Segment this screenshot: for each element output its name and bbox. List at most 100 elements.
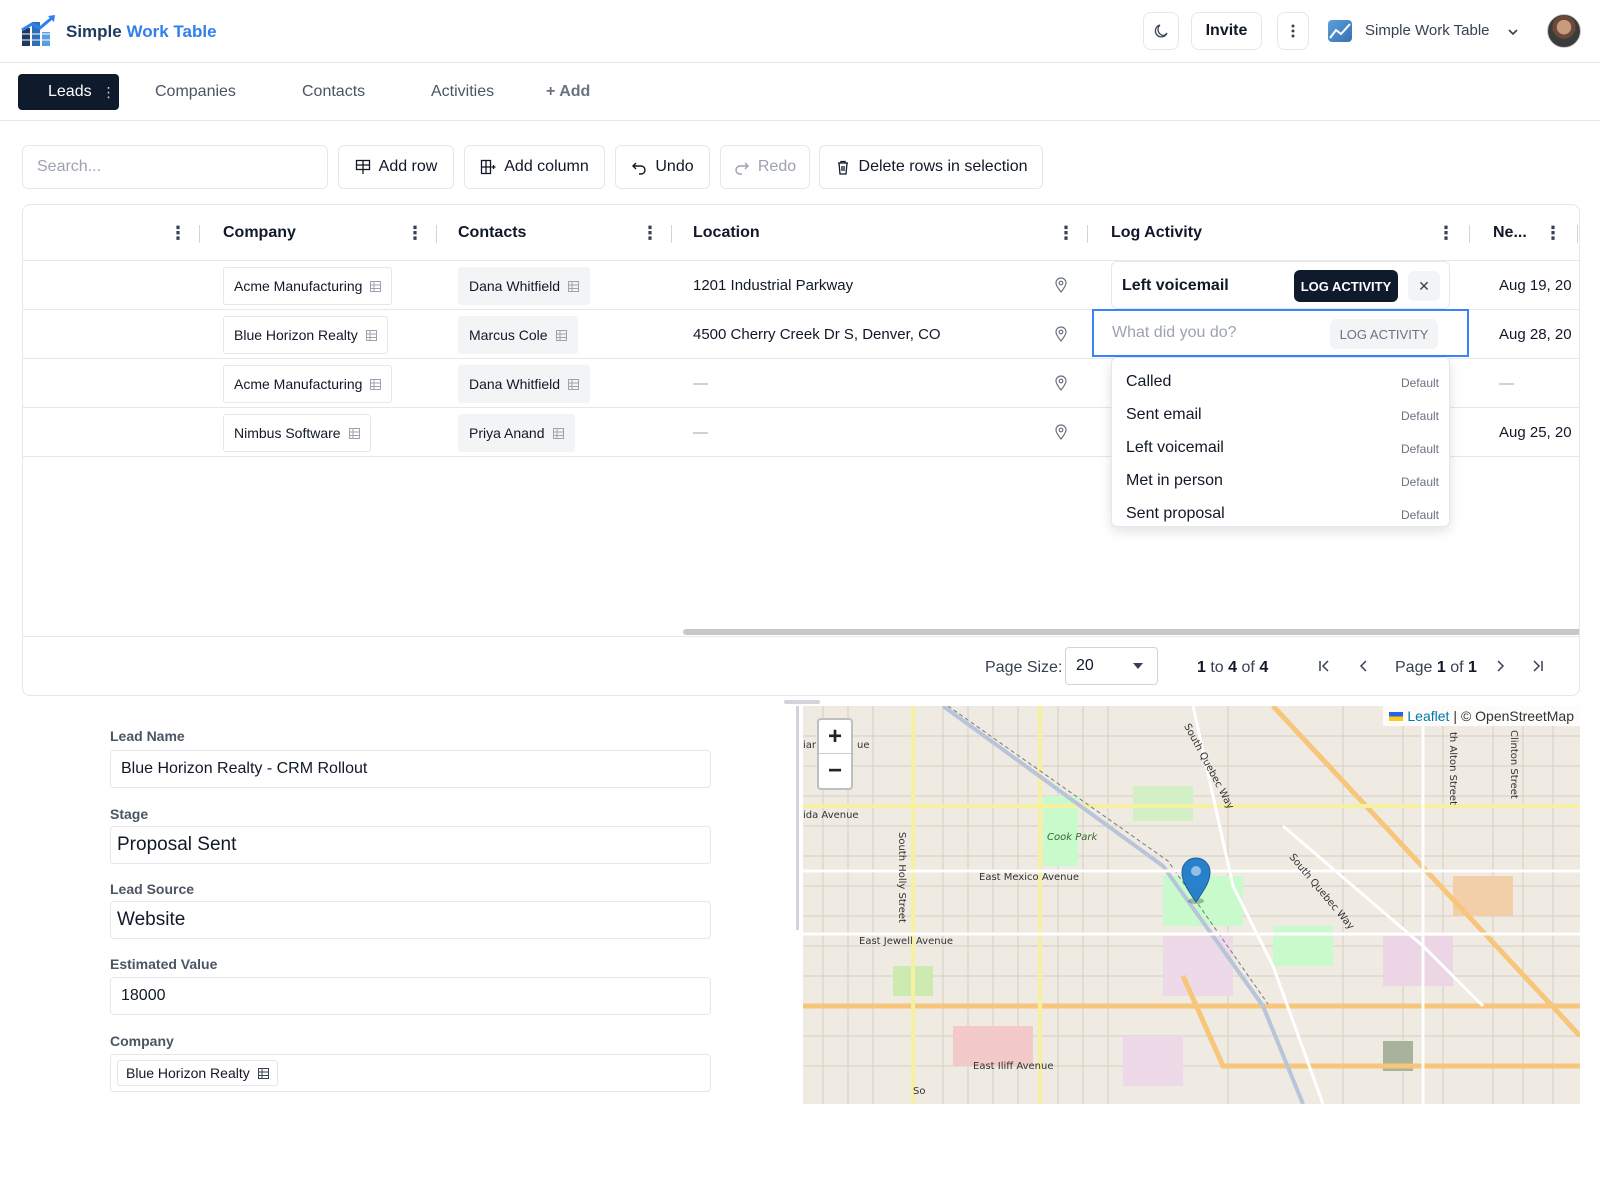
column-divider[interactable]: [671, 225, 672, 243]
column-divider[interactable]: [1087, 225, 1088, 243]
column-menu-icon[interactable]: ⋮: [641, 223, 659, 243]
map-pin-icon[interactable]: [1054, 424, 1068, 440]
invite-button[interactable]: Invite: [1191, 12, 1262, 50]
activity-option[interactable]: Called Default: [1112, 366, 1451, 399]
stage-field[interactable]: Proposal Sent: [110, 826, 711, 864]
header-menu-button[interactable]: [1277, 12, 1309, 50]
trash-icon: [837, 160, 848, 175]
contact-chip[interactable]: Dana Whitfield: [458, 267, 591, 305]
map-view[interactable]: South Quebec Way Cook Park East Mexico A…: [803, 706, 1580, 1104]
search-input[interactable]: [22, 145, 328, 189]
column-menu-icon[interactable]: ⋮: [406, 223, 424, 243]
horizontal-scrollbar[interactable]: [683, 629, 1579, 635]
company-chip[interactable]: Nimbus Software: [223, 414, 371, 452]
undo-button[interactable]: Undo: [615, 145, 710, 189]
theme-toggle-button[interactable]: [1143, 12, 1179, 50]
contact-chip[interactable]: Marcus Cole: [458, 316, 578, 354]
last-page-icon[interactable]: [1529, 657, 1547, 675]
redo-label: Redo: [757, 158, 797, 175]
log-activity-cell[interactable]: Left voicemail LOG ACTIVITY ✕: [1111, 261, 1450, 309]
next-date-cell[interactable]: Aug 25, 20: [1499, 424, 1572, 441]
location-cell[interactable]: 4500 Cherry Creek Dr S, Denver, CO: [693, 326, 941, 343]
lead-source-field[interactable]: Website: [110, 901, 711, 939]
column-menu-icon[interactable]: ⋮: [1057, 223, 1075, 243]
page-of-word: of: [1450, 659, 1464, 676]
company-field[interactable]: Blue Horizon Realty: [110, 1054, 711, 1092]
table-link-icon: [555, 329, 567, 341]
company-chip[interactable]: Blue Horizon Realty: [223, 316, 388, 354]
column-header-contacts[interactable]: Contacts: [458, 205, 526, 261]
tab-activities[interactable]: Activities: [431, 74, 494, 110]
log-activity-editor[interactable]: LOG ACTIVITY: [1092, 309, 1469, 357]
company-chip[interactable]: Acme Manufacturing: [223, 365, 393, 403]
column-divider[interactable]: [1577, 225, 1578, 243]
column-header-next[interactable]: Ne...: [1493, 205, 1527, 261]
kebab-icon: [1291, 24, 1295, 38]
chevron-down-icon[interactable]: [1505, 24, 1521, 40]
add-tab-button[interactable]: + Add: [546, 74, 590, 110]
previous-page-icon[interactable]: [1355, 657, 1373, 675]
zoom-in-button[interactable]: +: [819, 720, 851, 754]
estimated-value-field[interactable]: 18000: [110, 977, 711, 1015]
column-divider[interactable]: [1469, 225, 1470, 243]
next-date-cell[interactable]: Aug 28, 20: [1499, 326, 1572, 343]
panel-splitter[interactable]: [796, 706, 799, 930]
next-date-cell[interactable]: Aug 19, 20: [1499, 277, 1572, 294]
street-label: East Iliff Avenue: [973, 1061, 1054, 1072]
log-activity-button-disabled[interactable]: LOG ACTIVITY: [1330, 319, 1438, 349]
contact-chip[interactable]: Dana Whitfield: [458, 365, 591, 403]
page-size-select[interactable]: 20: [1065, 647, 1158, 685]
column-divider[interactable]: [436, 225, 437, 243]
workspace-icon[interactable]: [1328, 20, 1352, 42]
column-menu-icon[interactable]: ⋮: [1437, 223, 1455, 243]
company-chip[interactable]: Blue Horizon Realty: [117, 1060, 278, 1086]
ukraine-flag-icon: [1389, 711, 1404, 721]
activity-option[interactable]: Met in person Default: [1112, 465, 1451, 498]
undo-icon: [632, 162, 647, 175]
range-total: 4: [1259, 659, 1269, 676]
tab-leads[interactable]: Leads ⋮: [18, 74, 119, 110]
next-page-icon[interactable]: [1491, 657, 1509, 675]
column-menu-icon[interactable]: ⋮: [169, 223, 187, 243]
lead-name-field[interactable]: Blue Horizon Realty - CRM Rollout: [110, 750, 711, 788]
activity-option[interactable]: Left voicemail Default: [1112, 432, 1451, 465]
table-tabs: Leads ⋮ Companies Contacts Activities + A…: [0, 63, 1600, 121]
add-row-button[interactable]: Add row: [338, 145, 454, 189]
column-divider[interactable]: [199, 225, 200, 243]
table-link-icon: [552, 427, 564, 439]
user-avatar[interactable]: [1547, 14, 1581, 48]
activity-input[interactable]: [1112, 321, 1312, 345]
activity-option-label: Met in person: [1126, 472, 1223, 489]
osm-attribution[interactable]: | © OpenStreetMap: [1453, 708, 1574, 724]
redo-button[interactable]: Redo: [720, 145, 810, 189]
activity-option[interactable]: Sent proposal Default: [1112, 498, 1451, 531]
workspace-switcher[interactable]: Simple Work Table: [1365, 22, 1490, 39]
contact-chip[interactable]: Priya Anand: [458, 414, 575, 452]
resize-handle[interactable]: [784, 700, 820, 704]
log-activity-button[interactable]: LOG ACTIVITY: [1294, 270, 1398, 302]
tab-menu-icon[interactable]: ⋮: [102, 84, 116, 101]
tab-companies[interactable]: Companies: [155, 74, 236, 110]
tab-contacts[interactable]: Contacts: [302, 74, 365, 110]
location-cell[interactable]: —: [693, 424, 708, 441]
column-menu-icon[interactable]: ⋮: [1544, 223, 1562, 243]
map-pin-icon[interactable]: [1054, 375, 1068, 391]
column-header-location[interactable]: Location: [693, 205, 760, 261]
first-page-icon[interactable]: [1315, 657, 1333, 675]
stage-label: Stage: [110, 806, 149, 822]
map-pin-icon[interactable]: [1054, 277, 1068, 293]
column-header-log-activity[interactable]: Log Activity: [1111, 205, 1202, 261]
delete-rows-button[interactable]: Delete rows in selection: [819, 145, 1043, 189]
add-column-button[interactable]: Add column: [464, 145, 605, 189]
zoom-out-button[interactable]: −: [819, 754, 851, 788]
clear-activity-button[interactable]: ✕: [1408, 271, 1440, 301]
next-date-cell[interactable]: —: [1499, 375, 1514, 392]
map-pin-icon[interactable]: [1054, 326, 1068, 342]
location-cell[interactable]: 1201 Industrial Parkway: [693, 277, 853, 294]
redo-icon: [735, 162, 749, 175]
leaflet-link[interactable]: Leaflet: [1407, 708, 1449, 724]
column-header-company[interactable]: Company: [223, 205, 296, 261]
company-chip[interactable]: Acme Manufacturing: [223, 267, 393, 305]
activity-option[interactable]: Sent email Default: [1112, 399, 1451, 432]
location-cell[interactable]: —: [693, 375, 708, 392]
